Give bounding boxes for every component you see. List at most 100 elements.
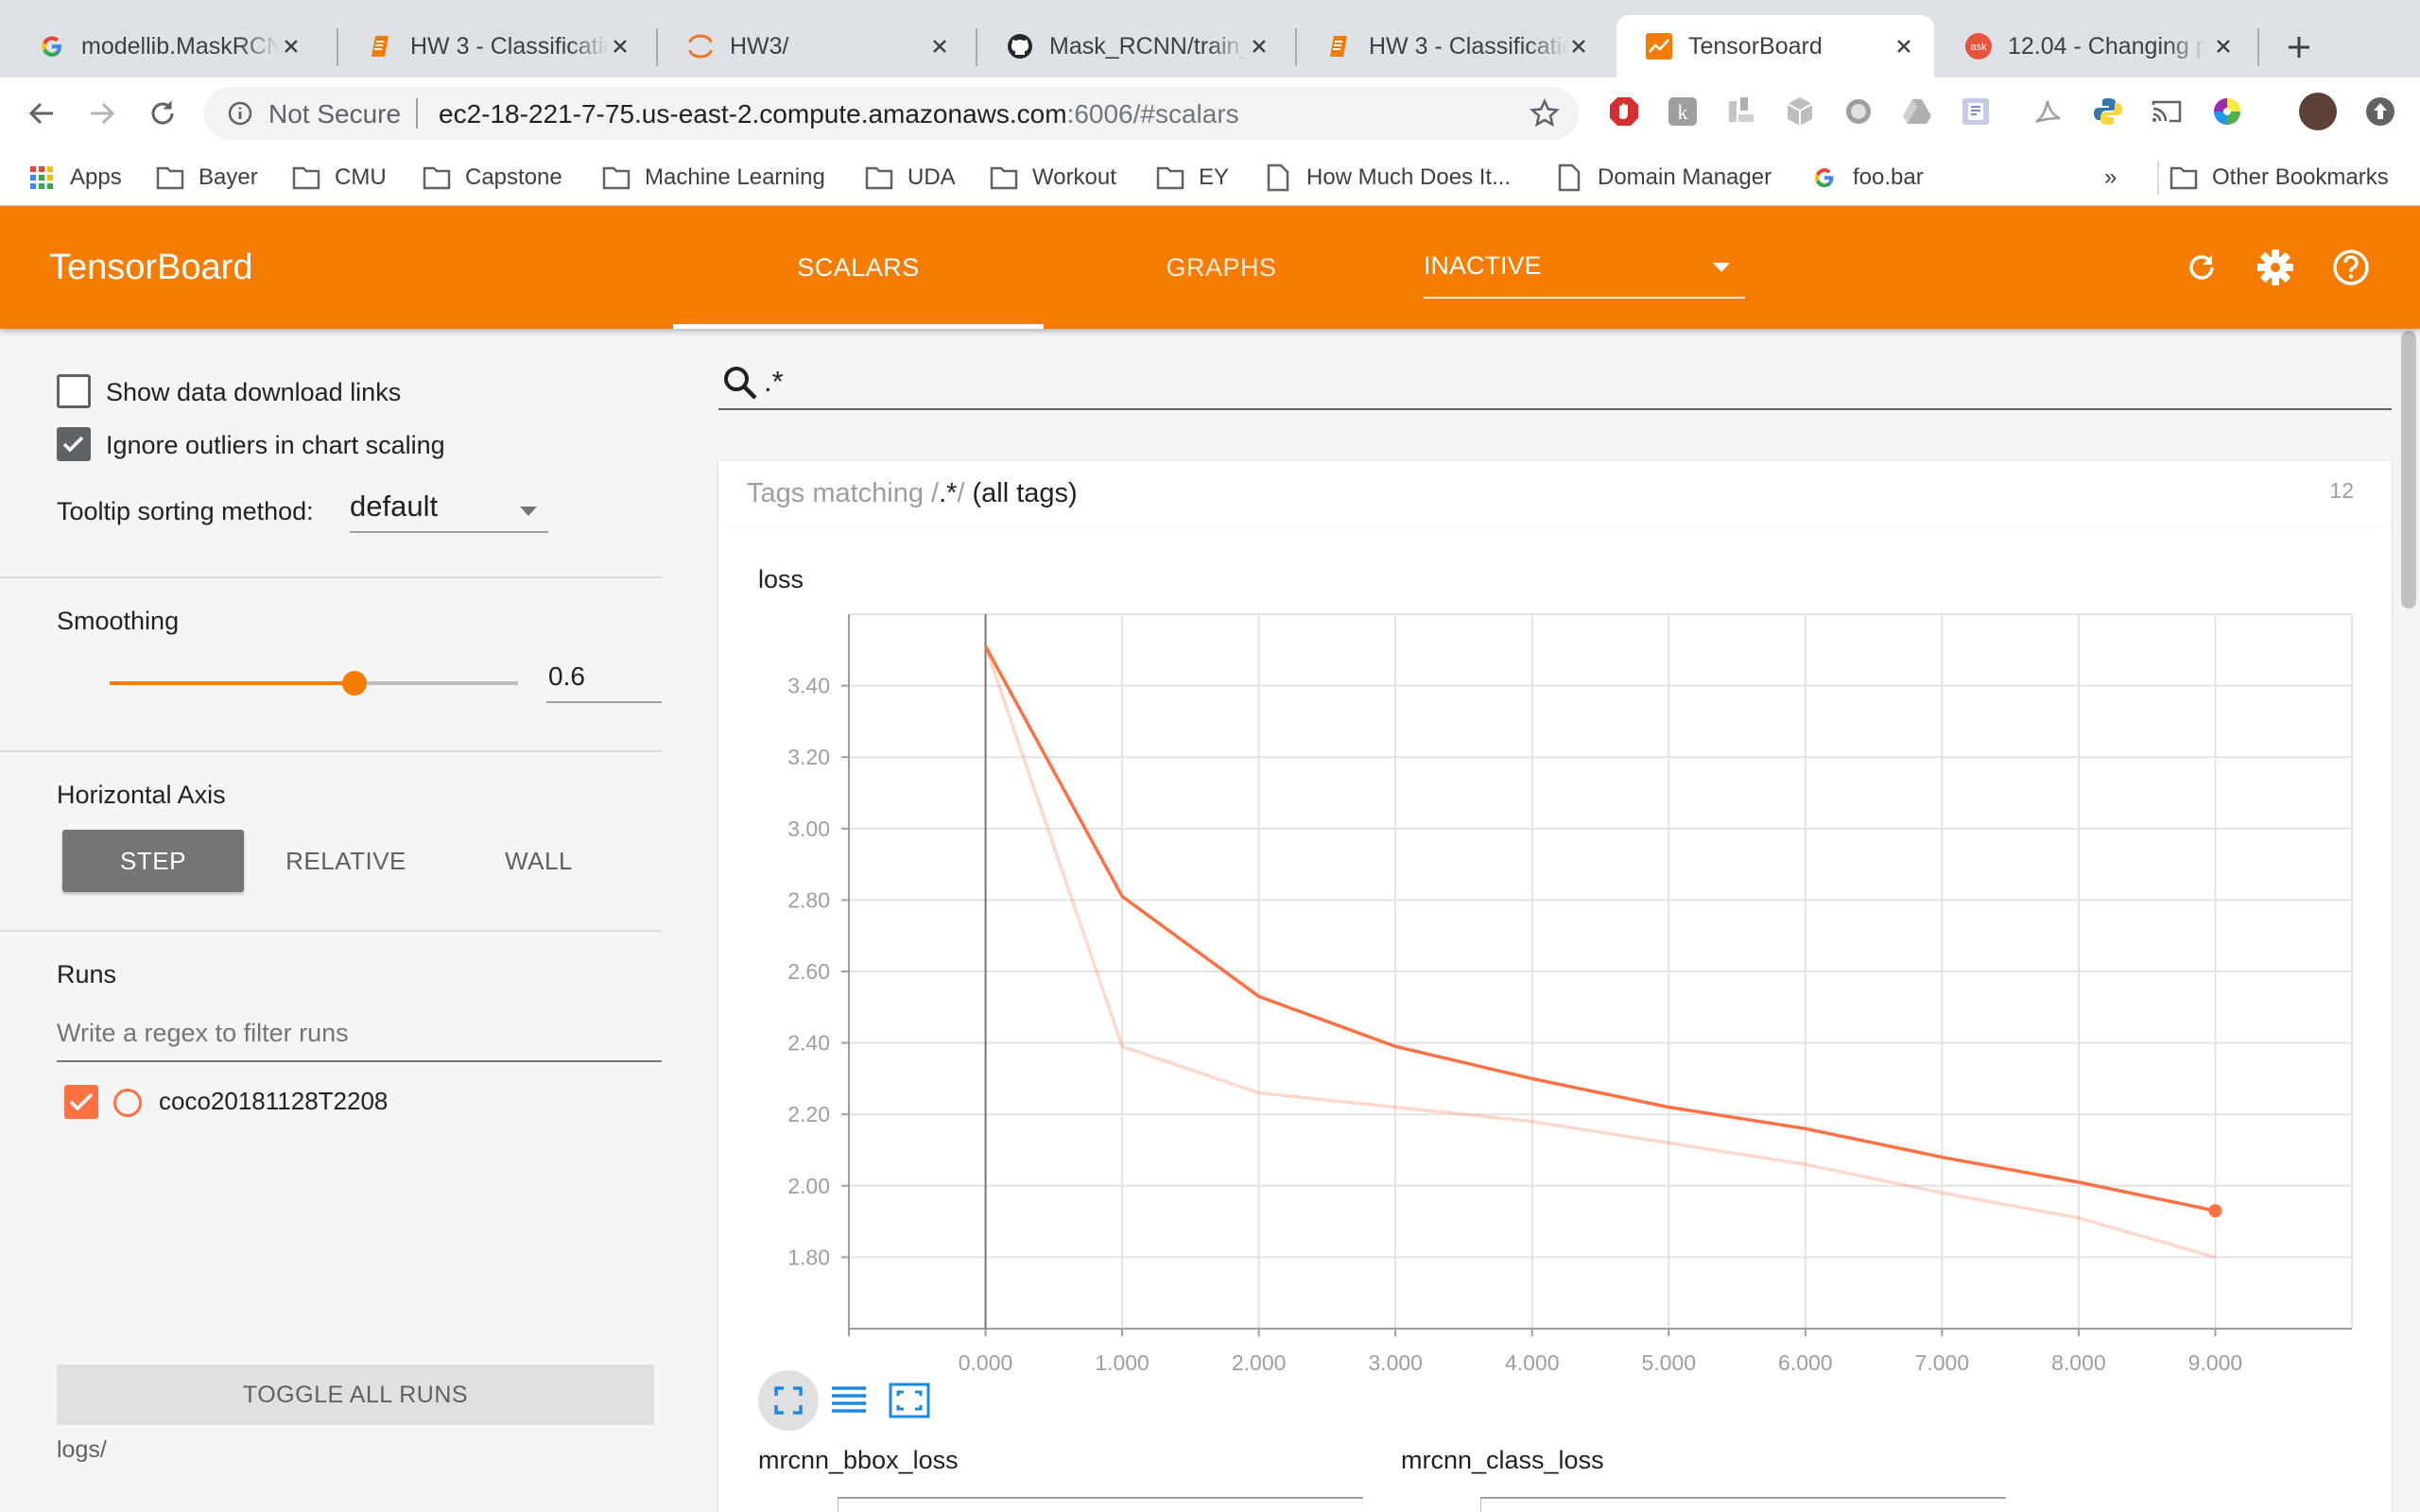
bookmark-label: Apps: [70, 164, 122, 190]
x-tick-label: 9.000: [2188, 1350, 2243, 1375]
refresh-icon: [2189, 255, 2214, 280]
close-icon[interactable]: [1567, 35, 1590, 58]
run-color-swatch[interactable]: [113, 1089, 142, 1117]
loss-chart[interactable]: 1.80 2.00 2.20 2.40 2.60 2.80 3.00 3.20 3.40 0.00…: [718, 527, 2392, 1512]
tab-scalars[interactable]: SCALARS: [673, 206, 1044, 329]
tag-filter-input[interactable]: .*: [718, 352, 2392, 410]
axis-wall-button[interactable]: WALL: [448, 830, 630, 892]
browser-tab[interactable]: HW3/: [658, 15, 970, 77]
browser-tab[interactable]: Mask_RCNN/train_: [977, 15, 1289, 77]
tag-group-header[interactable]: Tags matching /.*/(all tags) 12: [718, 461, 2392, 527]
cube-icon[interactable]: [1783, 94, 1817, 129]
ignore-outliers-checkbox[interactable]: [57, 427, 91, 461]
color-wheel-icon[interactable]: [2210, 94, 2244, 129]
close-icon[interactable]: [609, 35, 631, 58]
expand-chart-button[interactable]: [758, 1370, 819, 1431]
reload-button[interactable]: [2178, 244, 2225, 291]
folder-icon: [1155, 163, 1185, 192]
scrollbar-thumb[interactable]: [2401, 331, 2416, 609]
show-download-links-checkbox[interactable]: [57, 374, 91, 408]
close-icon[interactable]: [1248, 35, 1270, 58]
search-icon: [722, 365, 758, 405]
fit-domain-button[interactable]: [879, 1370, 940, 1431]
drive-icon[interactable]: [1900, 94, 1934, 129]
bookmark-folder[interactable]: CMU: [291, 159, 387, 197]
log-scale-button[interactable]: [819, 1370, 879, 1431]
browser-tab-active[interactable]: TensorBoard: [1616, 15, 1934, 77]
bookmark-folder[interactable]: Machine Learning: [601, 159, 825, 197]
tooltip-sorting-dropdown[interactable]: default: [350, 488, 548, 533]
cast-icon[interactable]: [2150, 94, 2184, 129]
browser-tab[interactable]: HW 3 - Classification: [338, 15, 650, 77]
toggle-all-runs-button[interactable]: TOGGLE ALL RUNS: [57, 1365, 654, 1425]
close-icon[interactable]: [928, 35, 951, 58]
bookmark-label: Bayer: [199, 164, 258, 190]
close-icon[interactable]: [2212, 35, 2235, 58]
url-text: ec2-18-221-7-75.us-east-2.compute.amazon…: [439, 99, 1239, 129]
bookmark-folder[interactable]: EY: [1155, 159, 1229, 197]
smoothing-input[interactable]: 0.6: [546, 656, 662, 703]
tooltip-sorting-label: Tooltip sorting method:: [57, 497, 314, 525]
new-tab-button[interactable]: [2280, 28, 2318, 66]
bookmarks-overflow-button[interactable]: »: [2104, 159, 2117, 197]
tab-title: Mask_RCNN/train_: [1049, 32, 1248, 60]
horizontal-axis-label: Horizontal Axis: [57, 781, 226, 809]
extension-icon[interactable]: [1724, 94, 1758, 129]
reload-button[interactable]: [144, 94, 182, 132]
ask-icon: ask: [1964, 32, 1993, 60]
chart-title-mrcnn-bbox-loss: mrcnn_bbox_loss: [758, 1446, 959, 1474]
axis-step-button[interactable]: STEP: [62, 830, 244, 892]
chart-panel: loss 1.80 2.00 2.20 2.40 2.60 2.80 3.00 3.20 3.4…: [718, 527, 2392, 1512]
extension-icon[interactable]: [1959, 94, 1993, 129]
forward-button[interactable]: [83, 94, 121, 132]
tags-all: (all tags): [972, 478, 1078, 508]
bookmark-page[interactable]: How Much Does It...: [1263, 159, 1511, 197]
run-filter-input[interactable]: Write a regex to filter runs: [57, 1017, 662, 1062]
bookmark-folder[interactable]: Capstone: [422, 159, 562, 197]
extension-icon[interactable]: k: [1666, 94, 1700, 129]
star-icon[interactable]: [1530, 97, 1560, 133]
slider-handle[interactable]: [342, 671, 368, 696]
y-tick-label: 3.00: [787, 816, 830, 841]
checkmark-icon: [62, 436, 84, 453]
run-checkbox[interactable]: [64, 1085, 98, 1119]
axis-relative-button[interactable]: RELATIVE: [255, 830, 437, 892]
bookmark-apps[interactable]: Apps: [26, 159, 122, 197]
extension-icon[interactable]: [1841, 94, 1876, 129]
close-icon[interactable]: [1893, 35, 1915, 58]
browser-tab[interactable]: HW 3 - Classification: [1297, 15, 1609, 77]
bookmark-page[interactable]: Domain Manager: [1554, 159, 1772, 197]
adblock-icon[interactable]: [1607, 94, 1641, 129]
bookmark-folder[interactable]: Workout: [989, 159, 1116, 197]
browser-tab[interactable]: ask 12.04 - Changing p: [1936, 15, 2254, 77]
python-icon[interactable]: [2091, 94, 2125, 129]
bookmark-label: Domain Manager: [1598, 164, 1772, 190]
help-button[interactable]: [2327, 244, 2375, 291]
tab-title: HW 3 - Classification: [1369, 32, 1567, 60]
tab-graphs[interactable]: GRAPHS: [1059, 206, 1384, 329]
svg-text:k: k: [1678, 100, 1688, 124]
settings-button[interactable]: [2252, 244, 2299, 291]
tensorboard-icon: [1645, 32, 1673, 60]
smoothing-slider[interactable]: [110, 671, 518, 696]
bookmarks-bar: Apps Bayer CMU Capstone Machine Learning…: [0, 149, 2420, 206]
update-icon[interactable]: [2363, 94, 2397, 129]
bookmark-google[interactable]: foo.bar: [1809, 159, 1924, 197]
acrobat-icon[interactable]: [2031, 94, 2065, 129]
inactive-dashboards-dropdown[interactable]: INACTIVE: [1424, 248, 1745, 299]
close-icon[interactable]: [280, 35, 302, 58]
dropdown-value: default: [350, 490, 439, 523]
page-icon: [1263, 163, 1293, 192]
google-icon: [38, 32, 66, 60]
bookmark-folder[interactable]: UDA: [864, 159, 956, 197]
other-bookmarks[interactable]: Other Bookmarks: [2157, 161, 2389, 195]
scrollbar[interactable]: [2397, 329, 2420, 1512]
back-button[interactable]: [23, 94, 60, 132]
address-bar[interactable]: Not Secure ec2-18-221-7-75.us-east-2.com…: [204, 87, 1579, 140]
tab-title: TensorBoard: [1688, 32, 1823, 60]
browser-tab[interactable]: modellib.MaskRCNN: [9, 15, 321, 77]
bookmark-label: foo.bar: [1853, 164, 1924, 190]
bookmark-folder[interactable]: Bayer: [155, 159, 258, 197]
info-icon[interactable]: [227, 100, 253, 131]
avatar[interactable]: [2299, 93, 2337, 130]
